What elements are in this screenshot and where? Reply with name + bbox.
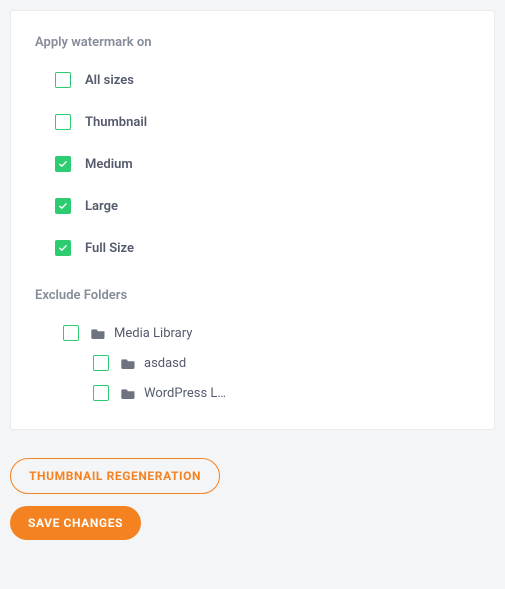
- action-buttons: THUMBNAIL REGENERATION SAVE CHANGES: [10, 458, 495, 540]
- tree-row: WordPress L…: [93, 385, 470, 401]
- checkbox-folder-media-library[interactable]: [63, 325, 79, 341]
- watermark-option-label: Full Size: [85, 241, 134, 256]
- exclude-section-title: Exclude Folders: [35, 288, 470, 303]
- checkbox-full-size[interactable]: [55, 240, 71, 256]
- watermark-option-label: Medium: [85, 157, 133, 172]
- folder-icon: [121, 387, 136, 399]
- folder-icon: [91, 327, 106, 339]
- watermark-option-label: Thumbnail: [85, 115, 147, 130]
- watermark-option: All sizes: [55, 72, 470, 88]
- watermark-option: Full Size: [55, 240, 470, 256]
- watermark-option-label: Large: [85, 199, 118, 214]
- watermark-option: Large: [55, 198, 470, 214]
- checkbox-folder-wordpress[interactable]: [93, 385, 109, 401]
- checkbox-folder-asdasd[interactable]: [93, 355, 109, 371]
- checkbox-large[interactable]: [55, 198, 71, 214]
- watermark-option: Medium: [55, 156, 470, 172]
- save-changes-button[interactable]: SAVE CHANGES: [10, 506, 141, 540]
- folder-icon: [121, 357, 136, 369]
- watermark-option-label: All sizes: [85, 73, 134, 88]
- watermark-section-title: Apply watermark on: [35, 35, 470, 50]
- tree-label: asdasd: [144, 356, 186, 371]
- watermark-option: Thumbnail: [55, 114, 470, 130]
- tree-children: asdasd WordPress L…: [93, 355, 470, 401]
- watermark-options: All sizes Thumbnail Medium Large Full Si: [35, 72, 470, 256]
- tree-label: WordPress L…: [144, 386, 226, 401]
- folder-tree: Media Library asdasd WordPress L…: [63, 325, 470, 401]
- checkbox-thumbnail[interactable]: [55, 114, 71, 130]
- tree-row: Media Library: [63, 325, 470, 341]
- tree-label: Media Library: [114, 326, 192, 341]
- settings-card: Apply watermark on All sizes Thumbnail M…: [10, 10, 495, 430]
- tree-row: asdasd: [93, 355, 470, 371]
- checkbox-all-sizes[interactable]: [55, 72, 71, 88]
- checkbox-medium[interactable]: [55, 156, 71, 172]
- thumbnail-regeneration-button[interactable]: THUMBNAIL REGENERATION: [10, 458, 220, 494]
